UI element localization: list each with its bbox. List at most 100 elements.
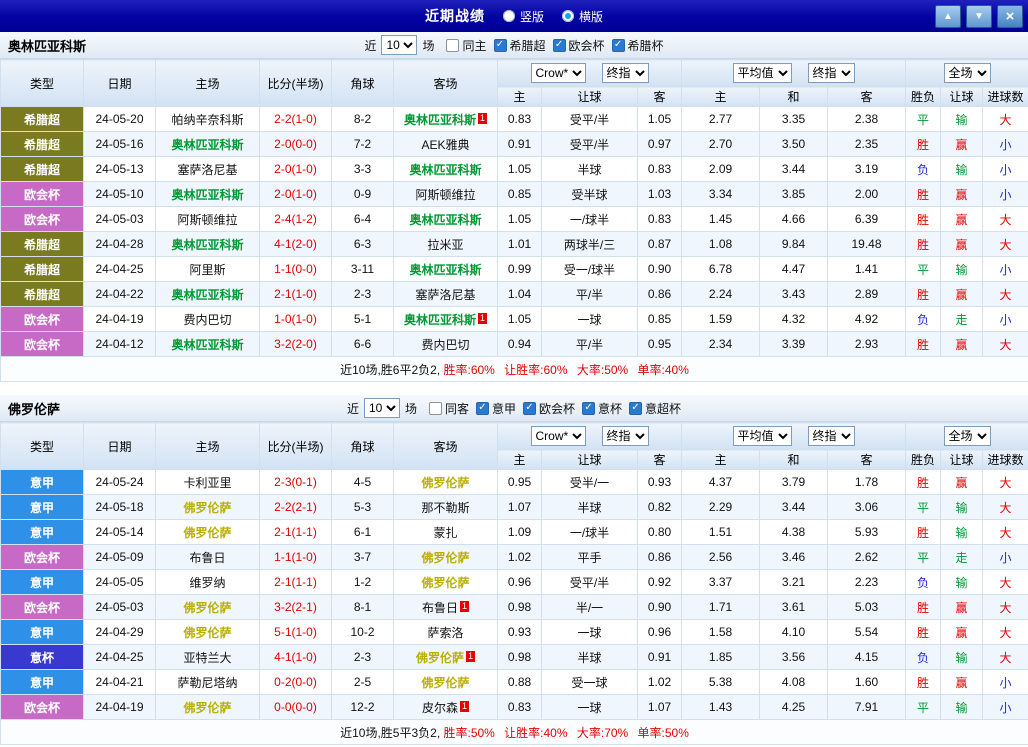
score: 3-2(2-1) <box>260 595 332 620</box>
layout-radio-vertical[interactable]: 竖版 <box>503 8 544 25</box>
away-team-cell: 奥林匹亚科斯 <box>394 157 498 182</box>
score: 2-1(1-0) <box>260 282 332 307</box>
avg-away-odds: 4.92 <box>828 307 906 332</box>
match-row: 意甲24-05-05维罗纳2-1(1-1)1-2佛罗伦萨0.96受平/半0.92… <box>1 570 1028 595</box>
scope-select[interactable]: 全场 <box>944 63 991 83</box>
radio-selected-icon[interactable] <box>562 10 574 22</box>
result-goals: 大 <box>983 570 1028 595</box>
checkbox-checked-icon[interactable]: ✓ <box>582 402 595 415</box>
filter-option-同主[interactable]: 同主 <box>446 37 486 54</box>
handicap-away-odds: 0.93 <box>638 470 682 495</box>
recent-count-select[interactable]: 10 <box>364 398 400 418</box>
scroll-down-button[interactable]: ▼ <box>966 5 992 28</box>
col-odds-away: 客 <box>638 450 682 470</box>
team-name: 奥林匹亚科斯 <box>409 213 481 227</box>
handicap-away-odds: 1.02 <box>638 670 682 695</box>
corners: 5-3 <box>332 495 394 520</box>
corners: 6-3 <box>332 232 394 257</box>
filter-option-意甲[interactable]: ✓意甲 <box>476 400 516 417</box>
scope-header-group: 全场 <box>906 423 1028 450</box>
match-row: 意甲24-04-21萨勒尼塔纳0-2(0-0)2-5佛罗伦萨0.88受一球1.0… <box>1 670 1028 695</box>
avg-draw-odds: 3.35 <box>760 107 828 132</box>
match-row: 意甲24-05-18佛罗伦萨2-2(2-1)5-3那不勒斯1.07半球0.822… <box>1 495 1028 520</box>
home-team-cell: 奥林匹亚科斯 <box>156 282 260 307</box>
radio-unselected-icon[interactable] <box>503 10 515 22</box>
odds-final-select[interactable]: 终指 <box>602 63 649 83</box>
avg-draw-odds: 4.10 <box>760 620 828 645</box>
result-goals: 小 <box>983 695 1028 720</box>
home-team-cell: 佛罗伦萨 <box>156 520 260 545</box>
layout-radio-vertical-label: 竖版 <box>520 8 544 25</box>
filter-option-欧会杯[interactable]: ✓欧会杯 <box>523 400 575 417</box>
layout-radio-horizontal[interactable]: 横版 <box>562 8 603 25</box>
odds-source-select[interactable]: Crow* <box>531 426 586 446</box>
match-date: 24-05-03 <box>84 207 156 232</box>
checkbox-unchecked-icon[interactable] <box>429 402 442 415</box>
red-card-badge: 1 <box>460 701 469 712</box>
filter-option-希腊超[interactable]: ✓希腊超 <box>494 37 546 54</box>
avg-home-odds: 1.58 <box>682 620 760 645</box>
summary-cell: 近10场,胜6平2负2, 胜率:60% 让胜率:60% 大率:50% 单率:40… <box>1 357 1028 382</box>
avg-away-odds: 19.48 <box>828 232 906 257</box>
col-home: 主场 <box>156 60 260 107</box>
odds-final-select[interactable]: 终指 <box>602 426 649 446</box>
match-date: 24-05-14 <box>84 520 156 545</box>
scope-select[interactable]: 全场 <box>944 426 991 446</box>
filter-option-欧会杯[interactable]: ✓欧会杯 <box>553 37 605 54</box>
filter-option-意杯[interactable]: ✓意杯 <box>582 400 622 417</box>
result-goals: 大 <box>983 495 1028 520</box>
result-goals: 小 <box>983 257 1028 282</box>
home-team-cell: 奥林匹亚科斯 <box>156 332 260 357</box>
avg-source-select[interactable]: 平均值 <box>733 426 792 446</box>
avg-final-select[interactable]: 终指 <box>808 63 855 83</box>
league-type-badge: 意甲 <box>1 620 84 645</box>
scroll-up-button[interactable]: ▲ <box>935 5 961 28</box>
league-type-badge: 欧会杯 <box>1 182 84 207</box>
team-name: 布鲁日 <box>189 551 225 565</box>
checkbox-checked-icon[interactable]: ✓ <box>612 39 625 52</box>
checkbox-checked-icon[interactable]: ✓ <box>523 402 536 415</box>
filter-option-意超杯[interactable]: ✓意超杯 <box>629 400 681 417</box>
handicap-home-odds: 0.85 <box>498 182 542 207</box>
checkbox-checked-icon[interactable]: ✓ <box>629 402 642 415</box>
result-handicap: 输 <box>941 157 983 182</box>
section-gap <box>0 382 1028 395</box>
recent-label: 近 <box>347 400 359 417</box>
handicap-away-odds: 0.80 <box>638 520 682 545</box>
avg-away-odds: 1.78 <box>828 470 906 495</box>
team-name: 奥林匹亚科斯 <box>171 238 243 252</box>
home-team-cell: 塞萨洛尼基 <box>156 157 260 182</box>
league-type-badge: 意甲 <box>1 570 84 595</box>
filter-option-同客[interactable]: 同客 <box>429 400 469 417</box>
checkbox-checked-icon[interactable]: ✓ <box>476 402 489 415</box>
result-outcome: 胜 <box>906 470 941 495</box>
team-name: 阿斯顿维拉 <box>415 188 475 202</box>
corners: 8-1 <box>332 595 394 620</box>
col-handicap-result: 让球 <box>941 450 983 470</box>
result-goals: 大 <box>983 232 1028 257</box>
odds-source-select[interactable]: Crow* <box>531 63 586 83</box>
handicap-line: 平/半 <box>542 282 638 307</box>
summary-stats: 胜率:50% 让胜率:40% 大率:70% 单率:50% <box>443 726 688 740</box>
corners: 8-2 <box>332 107 394 132</box>
match-row: 意甲24-05-24卡利亚里2-3(0-1)4-5佛罗伦萨0.95受半/一0.9… <box>1 470 1028 495</box>
result-handicap: 赢 <box>941 620 983 645</box>
score: 0-0(0-0) <box>260 695 332 720</box>
avg-final-select[interactable]: 终指 <box>808 426 855 446</box>
close-button[interactable]: × <box>997 5 1023 28</box>
avg-source-select[interactable]: 平均值 <box>733 63 792 83</box>
avg-draw-odds: 4.08 <box>760 670 828 695</box>
checkbox-checked-icon[interactable]: ✓ <box>553 39 566 52</box>
checkbox-checked-icon[interactable]: ✓ <box>494 39 507 52</box>
recent-count-select[interactable]: 10 <box>381 35 417 55</box>
filter-option-label: 同主 <box>462 37 486 54</box>
result-outcome: 平 <box>906 495 941 520</box>
checkbox-unchecked-icon[interactable] <box>446 39 459 52</box>
col-handicap: 让球 <box>542 87 638 107</box>
corners: 6-6 <box>332 332 394 357</box>
filter-option-希腊杯[interactable]: ✓希腊杯 <box>612 37 664 54</box>
col-odds-home: 主 <box>498 87 542 107</box>
team-name: 奥林匹亚科斯 <box>171 138 243 152</box>
home-team-cell: 帕纳辛奈科斯 <box>156 107 260 132</box>
match-row: 欧会杯24-05-03阿斯顿维拉2-4(1-2)6-4奥林匹亚科斯1.05一/球… <box>1 207 1028 232</box>
